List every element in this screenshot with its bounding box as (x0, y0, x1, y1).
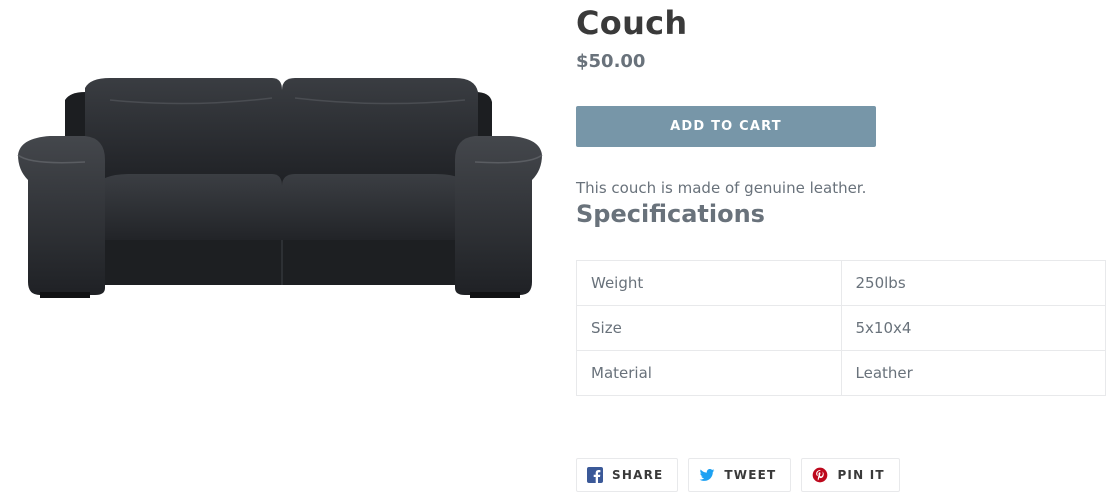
spec-label: Weight (576, 260, 842, 306)
product-price: $50.00 (576, 51, 646, 72)
spec-value: 5x10x4 (840, 305, 1106, 351)
tweet-button[interactable]: TWEET (688, 458, 792, 492)
pinterest-icon (812, 467, 828, 483)
product-image[interactable] (10, 70, 550, 305)
specifications-heading: Specifications (576, 200, 765, 228)
spec-label: Size (576, 305, 842, 351)
table-row: Weight 250lbs (576, 260, 1106, 306)
specifications-table: Weight 250lbs Size 5x10x4 Material Leath… (576, 260, 1106, 396)
twitter-icon (699, 467, 715, 483)
table-row: Material Leather (576, 350, 1106, 396)
pin-it-label: PIN IT (837, 468, 885, 482)
product-page: Couch $50.00 ADD TO CART This couch is m… (0, 0, 1108, 501)
product-title: Couch (576, 4, 688, 42)
share-label: SHARE (612, 468, 664, 482)
social-share-row: SHARE TWEET PIN IT (576, 458, 900, 492)
facebook-icon (587, 467, 603, 483)
tweet-label: TWEET (724, 468, 777, 482)
spec-value: Leather (840, 350, 1106, 396)
share-facebook-button[interactable]: SHARE (576, 458, 679, 492)
spec-value: 250lbs (840, 260, 1106, 306)
spec-label: Material (576, 350, 842, 396)
add-to-cart-button[interactable]: ADD TO CART (576, 106, 876, 147)
couch-image (17, 78, 543, 298)
table-row: Size 5x10x4 (576, 305, 1106, 351)
pin-it-button[interactable]: PIN IT (801, 458, 900, 492)
product-description: This couch is made of genuine leather. (576, 179, 867, 197)
